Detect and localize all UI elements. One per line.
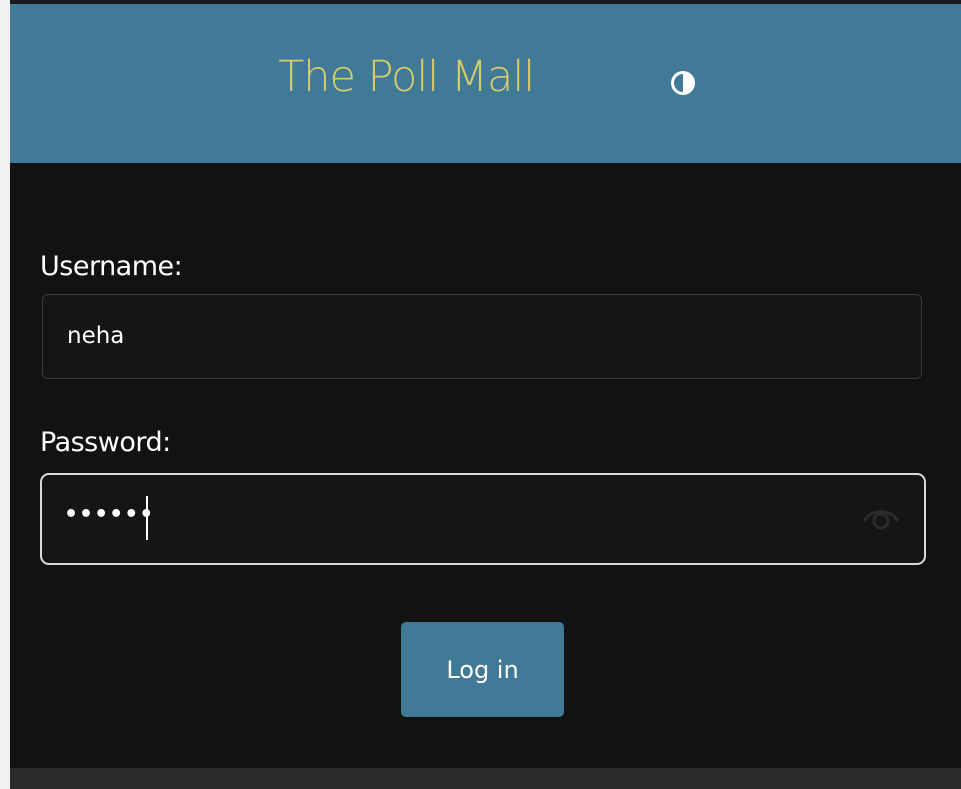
username-field[interactable]: neha [42,294,922,379]
login-form: Username: neha Password: •••••• Log in [10,163,961,763]
text-caret [146,496,148,540]
username-label: Username: [40,251,183,282]
username-value: neha [67,323,125,349]
app-header: The Poll Mall [10,4,961,163]
eye-icon[interactable] [862,503,900,533]
password-label: Password: [40,427,171,458]
login-button[interactable]: Log in [401,622,564,717]
contrast-icon[interactable] [671,71,695,95]
footer-strip [10,768,961,789]
password-value: •••••• [64,502,155,527]
login-page: The Poll Mall Username: neha Password: •… [10,4,961,789]
password-field[interactable]: •••••• [40,473,926,565]
app-title: The Poll Mall [278,52,535,102]
